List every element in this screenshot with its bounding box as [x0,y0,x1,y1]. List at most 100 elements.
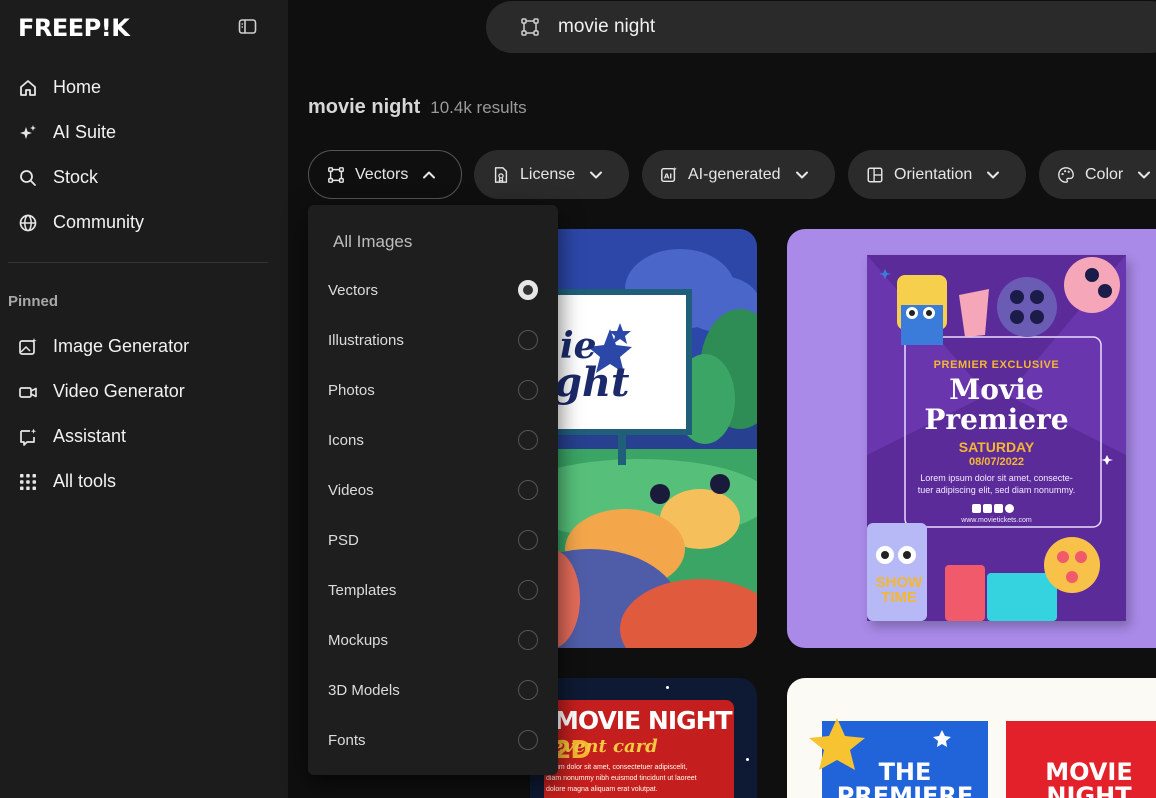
poster-day: SATURDAY [958,439,1035,455]
poster-title-line2: Premiere [924,403,1069,436]
filter-vectors[interactable]: Vectors [308,150,462,199]
nav-label: All tools [53,471,117,491]
event-body-line3: dolore magna aliquam erat volutpat. [546,786,658,793]
orientation-icon [866,166,884,184]
dropdown-option-3d-models[interactable]: 3D Models [308,665,558,715]
dropdown-option-icons[interactable]: Icons [308,415,558,465]
nav-item-stock[interactable]: Stock [0,155,288,200]
dropdown-option-fonts[interactable]: Fonts [308,715,558,765]
sidebar-divider [8,262,268,263]
card-text-bottom: ght [554,359,630,406]
dropdown-option-illustrations[interactable]: Illustrations [308,315,558,365]
dropdown-option-psd[interactable]: PSD [308,515,558,565]
whatsapp-icon [1005,504,1014,513]
nav-label: Stock [53,167,99,187]
nav-item-video-generator[interactable]: Video Generator [0,369,288,414]
vectors-icon [327,166,345,184]
facebook-icon [983,504,992,513]
option-label: 3D Models [328,681,400,699]
filter-orientation[interactable]: Orientation [848,150,1026,199]
radio[interactable] [518,630,538,650]
dropdown-option-vectors[interactable]: Vectors [308,265,558,315]
event-body: ipsum dolor sit amet, consectetuer adipi… [546,762,697,795]
instagram-icon [972,504,981,513]
search-query[interactable]: movie night [558,16,655,38]
palette-icon [1057,166,1075,184]
pinned-heading: Pinned [8,293,59,310]
filter-color[interactable]: Color [1039,150,1156,199]
premiere-poster-art [867,255,1126,621]
search-bar[interactable]: movie night [486,1,1156,53]
option-label: Illustrations [328,331,404,349]
sidebar-collapse-icon[interactable] [238,18,258,36]
nav-item-ai-suite[interactable]: AI Suite [0,110,288,155]
poster-kicker: PREMIER EXCLUSIVE [933,359,1060,371]
sparkle-icon [18,123,38,143]
results-count: 10.4k results [430,98,527,117]
result-card-event[interactable]: MOVIE NIGHT 2D event card ipsum dolor si… [530,678,757,798]
radio-selected[interactable] [518,280,538,300]
radio[interactable] [518,580,538,600]
nav-item-all-tools[interactable]: All tools [0,459,288,504]
dropdown-option-videos[interactable]: Videos [308,465,558,515]
ticket-left-title: THE PREMIERE [836,758,974,798]
radio[interactable] [518,380,538,400]
vectors-type-icon[interactable] [520,17,540,37]
main-nav: Home AI Suite Stock Community [0,65,288,245]
poster-body-line1: Lorem ipsum dolor sit amet, consecte- [920,473,1073,483]
filter-label: Orientation [894,165,973,183]
option-label: Icons [328,431,364,449]
nav-item-assistant[interactable]: Assistant [0,414,288,459]
radio[interactable] [518,680,538,700]
nav-label: AI Suite [53,122,117,142]
nav-label: Home [53,77,102,97]
nav-item-home[interactable]: Home [0,65,288,110]
filter-license[interactable]: License [474,150,629,199]
results-title: movie night 10.4k results [308,96,527,119]
dropdown-all-images[interactable]: All Images [333,232,412,252]
star-dot [666,686,669,689]
radio[interactable] [518,430,538,450]
poster-site: www.movietickets.com [961,517,1032,524]
filter-ai-generated[interactable]: AI AI-generated [642,150,835,199]
twitter-icon [994,504,1003,513]
event-title-text: MOVIE NIGHT [554,706,733,735]
search-icon [18,168,38,188]
option-label: Photos [328,381,375,399]
radio[interactable] [518,480,538,500]
type-dropdown: All Images Vectors Illustrations Photos … [308,205,558,775]
result-card-movie-premiere[interactable]: PREMIER EXCLUSIVE Movie Premiere SATURDA… [787,229,1156,648]
poster-body-line2: tuer adipiscing elit, sed diam nonummy. [917,485,1076,495]
option-label: PSD [328,531,359,549]
option-label: Vectors [328,281,379,299]
filter-label: Vectors [355,165,409,183]
option-label: Videos [328,481,374,499]
nav-item-community[interactable]: Community [0,200,288,245]
radio[interactable] [518,530,538,550]
dropdown-option-mockups[interactable]: Mockups [308,615,558,665]
results-query: movie night [308,96,421,118]
sidebar: FREEP!K Home AI Suite Stock Community Pi… [0,0,288,798]
poster-badge: SHOW TIME [875,574,923,606]
ai-generated-icon: AI [660,166,678,184]
nav-item-image-generator[interactable]: Image Generator [0,324,288,369]
nav-label: Community [53,212,145,232]
video-camera-icon [18,382,38,402]
dropdown-option-photos[interactable]: Photos [308,365,558,415]
dropdown-option-templates[interactable]: Templates [308,565,558,615]
option-label: Mockups [328,631,389,649]
nav-label: Image Generator [53,336,190,356]
radio[interactable] [518,330,538,350]
event-subtitle: event card [552,736,658,757]
chevron-down-icon [986,168,1000,182]
svg-text:AI: AI [664,171,673,180]
result-card-outdoor-cinema[interactable]: ie ght [530,229,757,648]
star-dot [746,758,749,761]
chevron-down-icon [795,168,809,182]
ticket-right-title: MOVIE NIGHT [1045,758,1133,798]
result-card-tickets[interactable]: THE PREMIERE MOVIE NIGHT [787,678,1156,798]
radio[interactable] [518,730,538,750]
freepik-logo[interactable]: FREEP!K [18,14,130,42]
filter-label: Color [1085,165,1124,183]
chevron-up-icon [422,168,436,182]
